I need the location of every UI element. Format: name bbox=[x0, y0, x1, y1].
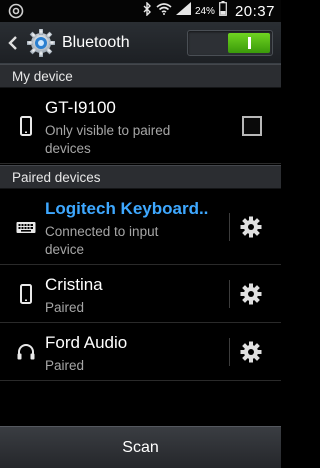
section-header-paired-devices: Paired devices bbox=[0, 165, 281, 189]
scan-button-label: Scan bbox=[122, 439, 159, 456]
my-device-visibility-line2: devices bbox=[45, 141, 91, 156]
wifi-icon bbox=[156, 2, 172, 20]
bluetooth-icon bbox=[142, 0, 152, 21]
device-status-line2: device bbox=[45, 242, 85, 257]
section-header-label: Paired devices bbox=[12, 170, 101, 185]
signal-icon bbox=[175, 2, 191, 20]
clock: 20:37 bbox=[234, 2, 275, 20]
bluetooth-toggle[interactable] bbox=[187, 30, 273, 56]
divider bbox=[229, 280, 230, 308]
section-header-my-device: My device bbox=[0, 64, 281, 88]
back-chevron-icon[interactable] bbox=[6, 34, 20, 52]
paired-device-row-logitech-keyboard[interactable]: Logitech Keyboard.. Connected to input d… bbox=[0, 189, 281, 265]
phone-icon bbox=[16, 284, 36, 304]
device-name: Cristina bbox=[45, 275, 103, 294]
action-bar: Bluetooth bbox=[0, 22, 281, 64]
device-status: Paired bbox=[45, 300, 85, 315]
page-title: Bluetooth bbox=[62, 34, 130, 51]
device-status: Paired bbox=[45, 358, 85, 373]
paired-device-row-ford-audio[interactable]: Ford Audio Paired bbox=[0, 323, 281, 381]
device-status-line1: Connected to input bbox=[45, 224, 159, 239]
visibility-checkbox[interactable] bbox=[242, 116, 262, 136]
my-device-visibility-line1: Only visible to paired bbox=[45, 123, 171, 138]
paired-device-row-cristina[interactable]: Cristina Paired bbox=[0, 265, 281, 323]
my-device-row[interactable]: GT-I9100 Only visible to paired devices bbox=[0, 88, 281, 164]
headphones-icon bbox=[16, 342, 36, 362]
status-bar: 24% 20:37 bbox=[0, 0, 281, 22]
scan-button[interactable]: Scan bbox=[0, 426, 281, 468]
keyboard-icon bbox=[16, 217, 36, 237]
section-header-label: My device bbox=[12, 69, 73, 84]
battery-percent: 24% bbox=[194, 5, 215, 17]
battery-icon bbox=[219, 1, 227, 21]
divider bbox=[229, 338, 230, 366]
my-device-name: GT-I9100 bbox=[45, 98, 116, 117]
settings-gear-app-icon[interactable] bbox=[26, 28, 56, 58]
device-name: Logitech Keyboard.. bbox=[45, 199, 209, 218]
toggle-thumb bbox=[228, 33, 270, 53]
device-settings-gear-icon[interactable] bbox=[240, 283, 262, 305]
device-settings-gear-icon[interactable] bbox=[240, 216, 262, 238]
device-name: Ford Audio bbox=[45, 333, 128, 352]
device-settings-gear-icon[interactable] bbox=[240, 341, 262, 363]
divider bbox=[229, 213, 230, 241]
phone-icon bbox=[16, 116, 36, 136]
notification-icon bbox=[8, 3, 24, 24]
